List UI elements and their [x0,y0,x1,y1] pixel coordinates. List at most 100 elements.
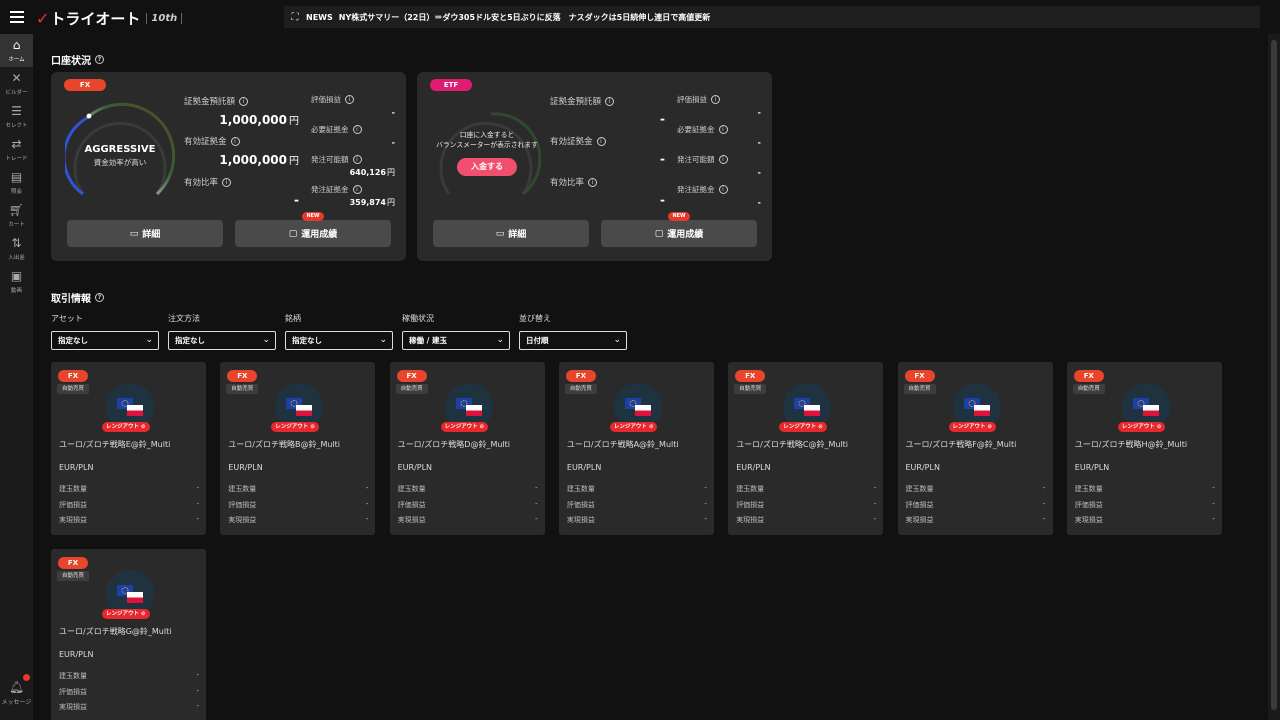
help-icon[interactable]: i [711,95,720,104]
strategy-card[interactable]: FX 自動売買 レンジアウト ⊘ ユーロ/ズロチ戦略E@鈴_Multi EUR/… [51,362,206,535]
help-icon[interactable]: i [718,125,728,134]
fx-tag: FX [1073,370,1104,382]
strategy-card[interactable]: FX 自動売買 レンジアウト ⊘ ユーロ/ズロチ戦略A@鈴_Multi EUR/… [558,362,714,535]
sidebar-item-home[interactable]: ⌂ ホーム [0,34,33,67]
auto-trade-badge: 自動売買 [57,571,90,581]
sidebar-item-message[interactable]: 🔔︎ メッセージ [0,674,33,706]
strategy-name[interactable]: ユーロ/ズロチ戦略E@鈴_Multi [59,439,170,450]
strategy-name[interactable]: ユーロ/ズロチ戦略B@鈴_Multi [228,439,340,450]
help-icon[interactable]: i [718,185,728,194]
margin-deposit-label: 証拠金預託額 i [550,95,615,107]
fx-tag: FX [904,370,935,382]
gauge-label: AGGRESSIVE 資金効率が高い [65,144,175,168]
fx-tag: FX [565,370,596,382]
filter-label-order-method: 注文方法 [168,314,200,323]
strategy-card[interactable]: FX 自動売買 レンジアウト ⊘ ユーロ/ズロチ戦略G@鈴_Multi EUR/… [51,549,206,720]
unrealized-label: 評価損益 i [677,94,720,105]
order-method-select[interactable]: 指定なし ⌄ [168,331,276,350]
deposit-button[interactable]: 入金する [457,158,517,176]
help-icon[interactable]: ? [95,55,104,64]
app-logo[interactable]: ✓ トライオート 10th [36,8,183,29]
sidebar-item-select[interactable]: ☰ セレクト [0,100,33,133]
symbol-select[interactable]: 指定なし ⌄ [285,331,393,350]
row-value: - [1042,484,1046,492]
currency-pair: EUR/PLN [59,650,94,659]
select-value: 日付順 [526,336,549,345]
strategy-card[interactable]: FX 自動売買 レンジアウト ⊘ ユーロ/ズロチ戦略C@鈴_Multi EUR/… [728,362,884,535]
top-bar: ✓ トライオート 10th ⛶ NEWS NY株式サマリー（22日）＝ダウ305… [0,0,1280,34]
fx-performance-button[interactable]: NEW ▢ 運用成績 [235,212,391,247]
row-label: 評価損益 [59,501,87,509]
sidebar-item-label: 入出金 [8,254,25,261]
strategy-name[interactable]: ユーロ/ズロチ戦略A@鈴_Multi [567,439,679,450]
sidebar-item-transfer[interactable]: ⇅ 入出金 [0,232,33,265]
news-text[interactable]: NY株式サマリー（22日）＝ダウ305ドル安と5日ぶりに反落 ナスダックは5日続… [339,12,710,23]
help-icon[interactable]: i [239,96,249,106]
realized-row: 実現損益 - [1075,515,1215,525]
news-ticker[interactable]: ⛶ NEWS NY株式サマリー（22日）＝ダウ305ドル安と5日ぶりに反落 ナス… [284,6,1260,28]
strategy-card[interactable]: FX 自動売買 レンジアウト ⊘ ユーロ/ズロチ戦略D@鈴_Multi EUR/… [389,362,545,535]
help-icon[interactable]: i [222,177,232,187]
news-label: NEWS [306,12,333,22]
realized-row: 実現損益 - [59,515,199,525]
sidebar-item-builder[interactable]: ✕ ビルダー [0,67,33,100]
prompt-line: 口座に入金すると [459,131,515,139]
sidebar-item-trade[interactable]: ⇄ トレード [0,133,33,166]
video-icon: ▣ [10,268,23,283]
value-text: 359,874 [349,198,386,207]
help-icon[interactable]: i [718,155,728,164]
unrealized-row: 評価損益 - [906,500,1046,510]
currency-pair: EUR/PLN [1074,463,1110,472]
help-icon[interactable]: i [352,155,362,164]
range-label: レンジアウト [275,424,309,430]
strategy-card[interactable]: FX 自動売買 レンジアウト ⊘ ユーロ/ズロチ戦略B@鈴_Multi EUR/… [220,362,376,535]
status-select[interactable]: 稼働 / 建玉 ⌄ [402,331,510,350]
help-icon[interactable]: i [352,185,362,194]
row-label: 建玉数量 [228,485,257,493]
strategy-name[interactable]: ユーロ/ズロチ戦略H@鈴_Multi [1075,439,1187,450]
sort-select[interactable]: 日付順 ⌄ [519,331,627,350]
fx-account-card: FX AGGRESSIVE 資金効率が高い 証拠金預託額 i 1,000,000 円… [51,72,406,261]
range-label: レンジアウト [1121,424,1155,430]
scrollbar-thumb[interactable] [1271,40,1277,710]
button-label: 運用成績 [301,230,338,240]
etf-detail-button[interactable]: ▭ 詳細 [433,220,589,247]
asset-select[interactable]: 指定なし ⌄ [51,331,159,350]
fx-detail-button[interactable]: ▭ 詳細 [67,220,223,247]
help-icon[interactable]: i [345,95,354,104]
margin-deposit-label: 証拠金預託額 i [184,95,249,107]
strategy-card[interactable]: FX 自動売買 レンジアウト ⊘ ユーロ/ズロチ戦略F@鈴_Multi EUR/… [897,362,1053,535]
anniversary-badge: 10th [146,13,183,24]
sidebar-item-cart[interactable]: 🛒︎ カート [0,199,33,232]
realized-row: 実現損益 - [398,515,538,525]
sidebar-item-label: メッセージ [1,699,32,706]
scrollbar[interactable] [1268,34,1280,720]
help-icon[interactable]: i [596,136,606,146]
help-icon[interactable]: ? [95,293,104,302]
etf-performance-button[interactable]: NEW ▢ 運用成績 [601,212,757,247]
balance-gauge-empty [439,112,541,196]
label-text: 必要証拠金 [311,125,349,134]
help-icon[interactable]: i [605,96,615,106]
label-text: 有効比率 [184,178,219,188]
sidebar-item-video[interactable]: ▣ 動画 [0,265,33,298]
expand-icon[interactable]: ⛶ [284,12,306,23]
row-value: - [196,687,199,695]
required-margin-label: 必要証拠金 i [311,124,362,135]
wallet-icon: ▭ [495,228,505,239]
menu-icon[interactable] [10,11,24,23]
label-text: 評価損益 [677,95,707,104]
strategy-name[interactable]: ユーロ/ズロチ戦略C@鈴_Multi [736,439,848,450]
trade-icon: ⇄ [11,136,22,151]
fx-tag: FX [64,79,106,91]
help-icon[interactable]: i [230,136,240,146]
strategy-name[interactable]: ユーロ/ズロチ戦略D@鈴_Multi [398,439,510,450]
help-icon[interactable]: i [352,125,362,134]
strategy-card[interactable]: FX 自動売買 レンジアウト ⊘ ユーロ/ズロチ戦略H@鈴_Multi EUR/… [1066,362,1222,535]
help-icon[interactable]: i [588,177,598,187]
sidebar-item-inquiry[interactable]: ▤ 照会 [0,166,33,199]
effective-margin-label: 有効証拠金 i [550,135,606,147]
strategy-name[interactable]: ユーロ/ズロチ戦略F@鈴_Multi [906,439,1017,450]
strategy-name[interactable]: ユーロ/ズロチ戦略G@鈴_Multi [59,626,171,637]
row-label: 実現損益 [397,516,426,524]
